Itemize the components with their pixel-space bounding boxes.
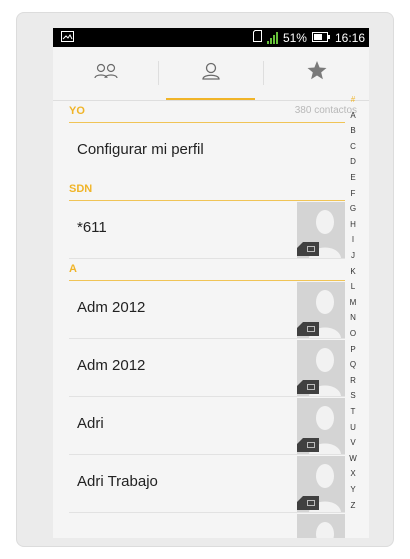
- alphabet-index-letter[interactable]: W: [337, 454, 369, 463]
- contact-name: *611: [77, 219, 107, 236]
- tab-contacts[interactable]: [158, 47, 263, 100]
- alphabet-index-letter[interactable]: M: [337, 298, 369, 307]
- alphabet-index-letter[interactable]: L: [337, 282, 369, 291]
- alphabet-index-letter[interactable]: E: [337, 173, 369, 182]
- contact-row[interactable]: Adm 2012: [69, 339, 345, 397]
- tab-bar: [53, 47, 369, 101]
- contact-person-icon: [201, 61, 221, 86]
- tab-favorites[interactable]: [264, 47, 369, 99]
- alphabet-index-letter[interactable]: J: [337, 251, 369, 260]
- alphabet-index-letter[interactable]: #: [337, 95, 369, 104]
- section-header-sdn: SDN: [69, 179, 345, 201]
- alphabet-index-letter[interactable]: O: [337, 329, 369, 338]
- contact-row[interactable]: *611: [69, 201, 345, 259]
- alphabet-index-letter[interactable]: V: [337, 438, 369, 447]
- contact-row[interactable]: Adri: [69, 397, 345, 455]
- alphabet-index-letter[interactable]: Z: [337, 501, 369, 510]
- configure-profile-row[interactable]: Configurar mi perfil: [69, 123, 345, 179]
- star-icon: [307, 61, 327, 85]
- battery-icon: [311, 31, 330, 45]
- sim-status-icon: [252, 30, 262, 45]
- groups-icon: [93, 62, 119, 85]
- alphabet-index-letter[interactable]: C: [337, 142, 369, 151]
- alphabet-index-letter[interactable]: T: [337, 407, 369, 416]
- phone-screen: 51% 16:16 YO 380 contactos Configurar mi…: [53, 28, 369, 538]
- alphabet-index-letter[interactable]: U: [337, 423, 369, 432]
- alphabet-index-letter[interactable]: H: [337, 220, 369, 229]
- contact-row[interactable]: Adri Trabajo: [69, 455, 345, 513]
- configure-profile-label: Configurar mi perfil: [77, 141, 204, 158]
- alphabet-index-letter[interactable]: I: [337, 235, 369, 244]
- section-header-yo: YO 380 contactos: [69, 101, 357, 123]
- alphabet-index-letter[interactable]: K: [337, 267, 369, 276]
- alphabet-index-letter[interactable]: S: [337, 391, 369, 400]
- alphabet-index-letter[interactable]: D: [337, 157, 369, 166]
- alphabet-index-letter[interactable]: G: [337, 204, 369, 213]
- signal-strength-icon: [266, 31, 278, 44]
- alphabet-index-letter[interactable]: R: [337, 376, 369, 385]
- alphabet-index-letter[interactable]: P: [337, 345, 369, 354]
- alphabet-index-bar[interactable]: # A B C D E F G H I J K L M N O P Q R S T U V W X Y Z: [337, 95, 369, 538]
- alphabet-index-letter[interactable]: A: [337, 111, 369, 120]
- image-notification-icon: [61, 31, 74, 45]
- alphabet-index-letter[interactable]: F: [337, 189, 369, 198]
- section-header-a: A: [69, 259, 345, 281]
- alphabet-index-letter[interactable]: Q: [337, 360, 369, 369]
- status-bar: 51% 16:16: [53, 28, 369, 47]
- contact-name: Adm 2012: [77, 357, 146, 374]
- contact-name: Adm 2012: [77, 299, 146, 316]
- alphabet-index-letter[interactable]: B: [337, 126, 369, 135]
- battery-percent: 51%: [282, 30, 307, 45]
- contact-name: Adri Trabajo: [77, 473, 158, 490]
- alphabet-index-letter[interactable]: Y: [337, 485, 369, 494]
- contact-name: Adri: [77, 415, 104, 432]
- alphabet-index-letter[interactable]: N: [337, 313, 369, 322]
- section-label: A: [69, 263, 77, 275]
- contact-row-partial[interactable]: [69, 513, 345, 538]
- clock: 16:16: [334, 30, 365, 45]
- contact-row[interactable]: Adm 2012: [69, 281, 345, 339]
- section-label: SDN: [69, 183, 93, 195]
- alphabet-index-letter[interactable]: X: [337, 469, 369, 478]
- section-label: YO: [69, 105, 85, 117]
- tab-groups[interactable]: [53, 47, 158, 99]
